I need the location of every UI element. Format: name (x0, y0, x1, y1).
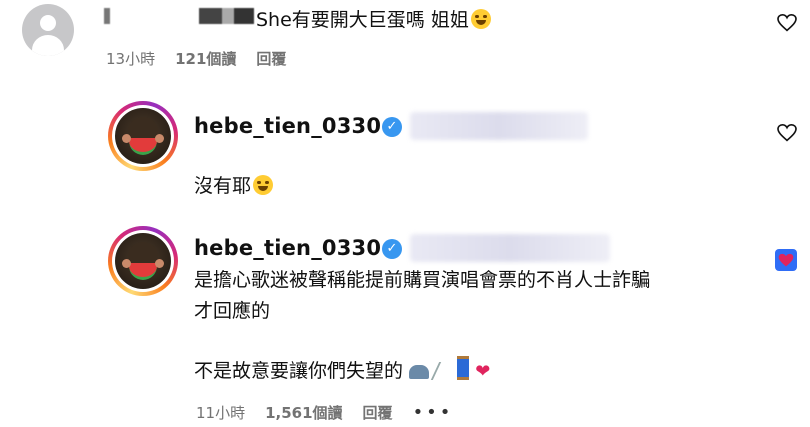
redacted-bar (410, 234, 610, 262)
joy-emoji (470, 9, 491, 29)
heart-filled-icon[interactable] (775, 249, 797, 271)
reply-avatar[interactable] (108, 101, 178, 171)
thread-spool-emoji (457, 356, 470, 380)
commenter-avatar[interactable] (22, 4, 74, 56)
reply-reads: 1,561個讀 (265, 404, 343, 422)
heart-outline-icon[interactable] (777, 124, 797, 142)
redacted-bar (410, 112, 588, 140)
reply-avatar[interactable] (108, 226, 178, 296)
reply-text-line-4: 不是故意要讓你們失望的 ❤ (194, 356, 490, 386)
reply-meta: 11小時 1,561個讀 回覆 ••• (196, 402, 473, 423)
verified-badge-icon: ✓ (382, 239, 402, 259)
needle-emoji (430, 362, 456, 380)
reply-text-line-1: 是擔心歌迷被聲稱能提前購買演唱會票的不肖人士詐騙 (194, 269, 651, 291)
commenter-username-redacted[interactable] (104, 8, 254, 24)
reply-time: 11小時 (196, 404, 246, 422)
comment-reads: 121個讀 (175, 50, 237, 68)
reply-text: 沒有耶 (194, 172, 274, 200)
comment-reply-button[interactable]: 回覆 (256, 50, 286, 68)
heart-outline-icon[interactable] (777, 14, 797, 32)
reply-reply-button[interactable]: 回覆 (363, 404, 393, 422)
more-options-icon[interactable]: ••• (413, 402, 454, 423)
verified-badge-icon: ✓ (382, 117, 402, 137)
grin-sweat-emoji (253, 175, 274, 195)
comment-time: 13小時 (106, 50, 156, 68)
people-emoji (409, 365, 430, 379)
reply-username[interactable]: hebe_tien_0330 (194, 114, 381, 138)
reply-username[interactable]: hebe_tien_0330 (194, 236, 381, 260)
reply-text-line-2: 才回應的 (194, 300, 271, 322)
mending-heart-emoji: ❤ (475, 361, 491, 382)
comment-meta: 13小時 121個讀 回覆 (106, 48, 306, 69)
comment-text: She有要開大巨蛋嗎 姐姐 (256, 5, 491, 32)
